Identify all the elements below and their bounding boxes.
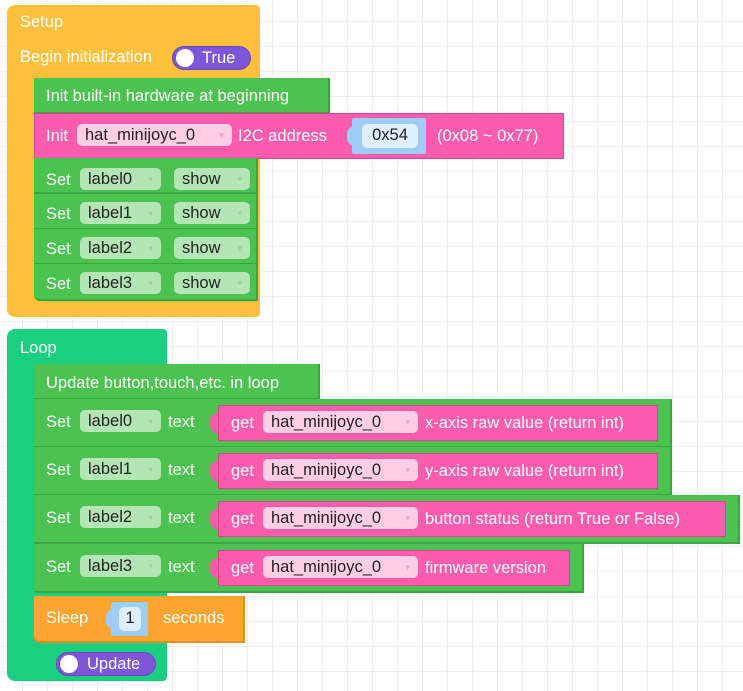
label-dropdown[interactable]: label2 ▾ [80,506,161,528]
label-dropdown-value: label2 [88,508,133,526]
label-dropdown-value: label2 [88,239,133,257]
text-keyword: text [168,413,195,431]
device-dropdown-value: hat_minijoyc_0 [271,509,382,527]
property-label: y-axis raw value (return int) [425,462,624,480]
caret-down-icon: ▾ [405,513,410,523]
set-prefix: Set [46,461,71,479]
i2c-address-label: I2C address [238,127,327,145]
toggle-knob-icon [176,49,194,67]
begin-initialization-label: Begin initialization [20,48,153,66]
caret-down-icon: ▾ [148,278,153,288]
toggle-label: Update [87,655,141,673]
caret-down-icon: ▾ [237,243,242,253]
update-toggle[interactable]: Update [56,652,156,676]
address-input[interactable]: 0x54 [362,124,418,148]
set-prefix: Set [46,275,71,293]
caret-down-icon: ▾ [219,130,224,140]
label-dropdown[interactable]: label1 ▾ [80,202,161,224]
setup-title: Setup [20,13,64,31]
text-keyword: text [168,558,195,576]
caret-down-icon: ▾ [405,465,410,475]
toggle-knob-icon [60,655,78,673]
device-dropdown-value: hat_minijoyc_0 [271,461,382,479]
caret-down-icon: ▾ [148,561,153,571]
caret-down-icon: ▾ [148,243,153,253]
label-dropdown[interactable]: label1 ▾ [80,458,161,480]
visibility-dropdown[interactable]: show ▾ [174,168,250,190]
label-dropdown-value: label1 [88,460,133,478]
loop-title: Loop [20,339,57,357]
device-dropdown[interactable]: hat_minijoyc_0 ▾ [263,507,418,529]
caret-down-icon: ▾ [405,417,410,427]
device-dropdown[interactable]: hat_minijoyc_0 ▾ [77,124,232,146]
get-keyword: get [231,510,254,528]
init-prefix: Init [46,127,69,145]
label-dropdown[interactable]: label2 ▾ [80,237,161,259]
label-dropdown-value: label0 [88,170,133,188]
set-prefix: Set [46,171,71,189]
label-dropdown[interactable]: label3 ▾ [80,272,161,294]
visibility-dropdown[interactable]: show ▾ [174,272,250,294]
init-hardware-label: Init built-in hardware at beginning [46,87,290,105]
get-keyword: get [231,559,254,577]
device-dropdown[interactable]: hat_minijoyc_0 ▾ [263,459,418,481]
address-range-hint: (0x08 ~ 0x77) [437,127,539,145]
begin-initialization-toggle[interactable]: True [172,46,251,70]
sleep-prefix: Sleep [46,609,89,627]
caret-down-icon: ▾ [237,174,242,184]
set-prefix: Set [46,509,71,527]
label-dropdown-value: label3 [88,557,133,575]
visibility-dropdown[interactable]: show ▾ [174,202,250,224]
caret-down-icon: ▾ [405,562,410,572]
label-dropdown-value: label0 [88,412,133,430]
set-prefix: Set [46,240,71,258]
label-dropdown-value: label1 [88,204,133,222]
caret-down-icon: ▾ [237,208,242,218]
visibility-dropdown-value: show [182,239,221,257]
device-dropdown[interactable]: hat_minijoyc_0 ▾ [263,411,418,433]
set-prefix: Set [46,413,71,431]
toggle-label: True [202,49,236,67]
caret-down-icon: ▾ [237,278,242,288]
device-dropdown[interactable]: hat_minijoyc_0 ▾ [263,556,418,578]
caret-down-icon: ▾ [148,416,153,426]
label-dropdown-value: label3 [88,274,133,292]
set-prefix: Set [46,205,71,223]
label-dropdown[interactable]: label0 ▾ [80,410,161,432]
caret-down-icon: ▾ [148,464,153,474]
property-label: firmware version [425,559,547,577]
caret-down-icon: ▾ [148,512,153,522]
caret-down-icon: ▾ [148,208,153,218]
set-prefix: Set [46,558,71,576]
caret-down-icon: ▾ [148,174,153,184]
get-keyword: get [231,462,254,480]
visibility-dropdown-value: show [182,204,221,222]
property-label: x-axis raw value (return int) [425,414,624,432]
device-dropdown-value: hat_minijoyc_0 [271,558,382,576]
device-dropdown-value: hat_minijoyc_0 [85,126,196,144]
get-keyword: get [231,414,254,432]
visibility-dropdown-value: show [182,170,221,188]
property-label: button status (return True or False) [425,510,680,528]
sleep-suffix: seconds [163,609,225,627]
device-dropdown-value: hat_minijoyc_0 [271,413,382,431]
text-keyword: text [168,461,195,479]
text-keyword: text [168,509,195,527]
visibility-dropdown-value: show [182,274,221,292]
update-inputs-label: Update button,touch,etc. in loop [46,374,279,392]
visibility-dropdown[interactable]: show ▾ [174,237,250,259]
label-dropdown[interactable]: label3 ▾ [80,555,161,577]
label-dropdown[interactable]: label0 ▾ [80,168,161,190]
sleep-seconds-input[interactable]: 1 [119,607,141,631]
